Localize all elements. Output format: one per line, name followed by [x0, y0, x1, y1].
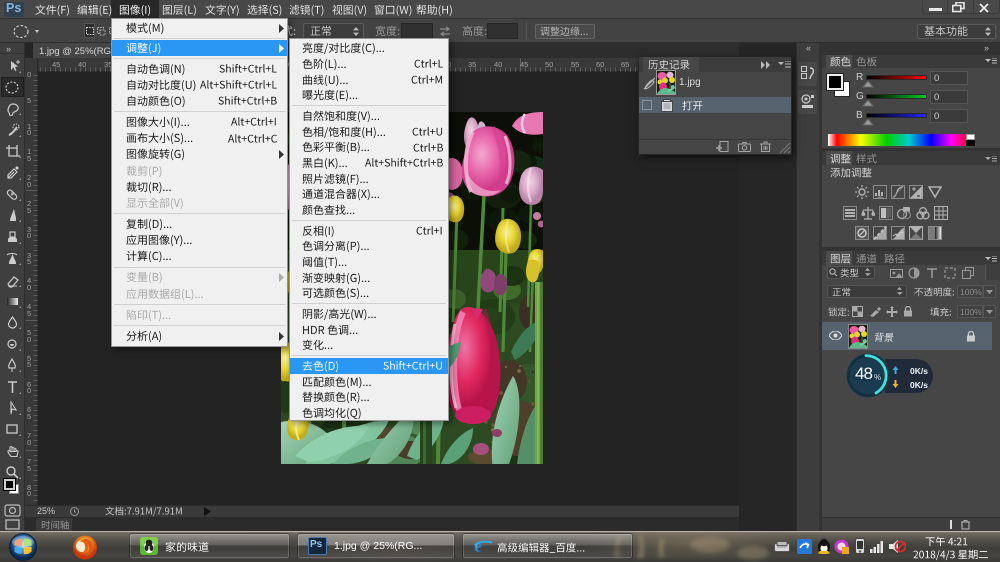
svg-text:e: e	[474, 536, 482, 556]
